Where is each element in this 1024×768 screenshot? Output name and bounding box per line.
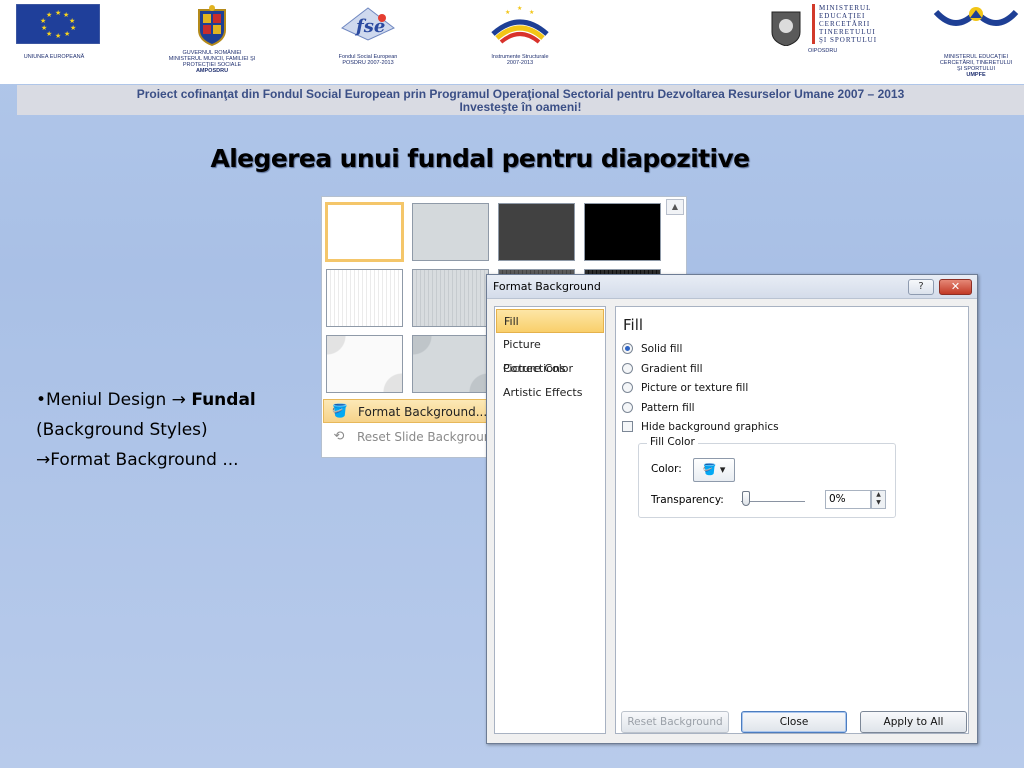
paint-bucket-icon: 🪣 bbox=[331, 404, 349, 419]
logo-bar: ★ ★ ★ ★ ★ ★ ★ ★ ★ ★ UNIUNEA EUROPEANĂ GUVERNUL … bbox=[0, 0, 1024, 84]
style-swatch-white-texture[interactable] bbox=[326, 269, 403, 327]
pattern-fill-option[interactable]: Pattern fill bbox=[622, 402, 695, 414]
transparency-slider-track[interactable] bbox=[741, 501, 805, 502]
gallery-scroll-up-button[interactable]: ▲ bbox=[666, 199, 684, 215]
nav-item-picture-color[interactable]: Picture Color bbox=[496, 357, 604, 381]
transparency-spinner[interactable]: ▲ ▼ bbox=[871, 490, 886, 509]
radio-icon bbox=[622, 402, 633, 413]
help-button[interactable]: ? bbox=[908, 279, 934, 295]
close-button[interactable]: Close bbox=[741, 711, 847, 733]
bullet-line-2: (Background Styles) bbox=[36, 420, 208, 440]
apply-to-all-button[interactable]: Apply to All bbox=[860, 711, 967, 733]
hide-background-graphics-checkbox[interactable]: Hide background graphics bbox=[622, 421, 779, 433]
style-swatch-white[interactable] bbox=[325, 202, 404, 262]
eu-flag-logo: ★ ★ ★ ★ ★ ★ ★ ★ ★ ★ UNIUNEA EUROPEANĂ bbox=[4, 3, 104, 60]
romania-coat-of-arms-logo: GUVERNUL ROMÂNIEI MINISTERUL MUNCII, FAM… bbox=[148, 4, 276, 74]
svg-text:★: ★ bbox=[41, 24, 47, 32]
category-list: Fill Picture Corrections Picture Color A… bbox=[494, 306, 606, 734]
ministerul-educatiei-logo: MINISTERUL EDUCAŢIEI CERCETĂRII TINERETU… bbox=[766, 4, 896, 54]
solid-fill-option[interactable]: Solid fill bbox=[622, 343, 682, 355]
bullet-bold: Fundal bbox=[191, 390, 256, 410]
nav-item-picture-corrections[interactable]: Picture Corrections bbox=[496, 333, 604, 375]
style-swatch-gray-texture[interactable] bbox=[412, 269, 489, 327]
radio-icon bbox=[622, 343, 633, 354]
svg-text:★: ★ bbox=[46, 11, 52, 19]
gradient-fill-option[interactable]: Gradient fill bbox=[622, 363, 703, 375]
project-banner: Proiect cofinanţat din Fondul Social Eur… bbox=[17, 85, 1024, 115]
bullet-prefix: •Meniul Design bbox=[36, 390, 167, 410]
fill-panel: Fill Solid fill Gradient fill Picture or… bbox=[615, 306, 969, 734]
dialog-title: Format Background bbox=[493, 280, 601, 293]
style-swatch-gray-circles[interactable] bbox=[412, 335, 489, 393]
fill-color-group-label: Fill Color bbox=[647, 436, 698, 448]
banner-line-2: Investeşte în oameni! bbox=[459, 100, 582, 114]
close-icon[interactable]: ✕ bbox=[939, 279, 972, 295]
format-background-dialog: Format Background ? ✕ Fill Picture Corre… bbox=[486, 274, 978, 744]
coat-of-arms-icon bbox=[198, 5, 226, 47]
eu-flag-icon: ★ ★★★ ★★★★ ★★ bbox=[15, 3, 101, 45]
transparency-label: Transparency: bbox=[651, 494, 724, 506]
dialog-titlebar[interactable]: Format Background ? ✕ bbox=[487, 275, 977, 299]
slide-title: Alegerea unui fundal pentru diapozitive bbox=[210, 144, 750, 173]
svg-text:★: ★ bbox=[505, 9, 510, 16]
style-swatch-white-circles[interactable] bbox=[326, 335, 403, 393]
style-swatch-black[interactable] bbox=[584, 203, 661, 261]
svg-text:★: ★ bbox=[529, 9, 534, 16]
svg-text:★: ★ bbox=[55, 32, 61, 40]
reset-slide-background-menu-item[interactable]: ⟲ Reset Slide Background bbox=[323, 425, 491, 449]
reset-background-button[interactable]: Reset Background bbox=[621, 711, 729, 733]
style-swatch-dark-gray[interactable] bbox=[498, 203, 575, 261]
nav-item-fill[interactable]: Fill bbox=[496, 309, 604, 333]
umpfe-logo: MINISTERUL EDUCAŢIEI CERCETĂRII, TINERET… bbox=[928, 4, 1024, 78]
svg-text:★: ★ bbox=[70, 24, 76, 32]
bullet-line-3: →Format Background ... bbox=[36, 450, 239, 470]
format-background-menu-item[interactable]: 🪣 Format Background... bbox=[323, 399, 491, 423]
fill-heading: Fill bbox=[623, 316, 644, 334]
color-label: Color: bbox=[651, 463, 682, 475]
bullet-text: •Meniul Design → Fundal (Background Styl… bbox=[36, 385, 256, 475]
color-picker-button[interactable]: 🪣 ▾ bbox=[693, 458, 735, 482]
paint-bucket-icon: 🪣 bbox=[702, 463, 717, 476]
instrumente-structurale-logo: ★ ★ ★ Instrumente Structurale 2007-2013 bbox=[470, 4, 570, 66]
arrow-glyph: → bbox=[171, 390, 186, 410]
structural-instruments-icon: ★ ★ ★ bbox=[491, 5, 549, 44]
picture-texture-fill-option[interactable]: Picture or texture fill bbox=[622, 382, 748, 394]
radio-icon bbox=[622, 382, 633, 393]
checkbox-icon bbox=[622, 421, 633, 432]
fill-color-group: Fill Color Color: 🪣 ▾ Transparency: 0% ▲… bbox=[638, 436, 896, 518]
ministry-crest-icon bbox=[771, 11, 801, 46]
svg-text:★: ★ bbox=[517, 5, 522, 12]
fse-logo: fse Fondul Social European POSDRU 2007-2… bbox=[318, 4, 418, 66]
svg-text:★: ★ bbox=[64, 30, 70, 38]
svg-text:★: ★ bbox=[55, 9, 61, 17]
nav-item-artistic-effects[interactable]: Artistic Effects bbox=[496, 381, 604, 405]
transparency-input[interactable]: 0% bbox=[825, 490, 871, 509]
style-swatch-light-gray[interactable] bbox=[412, 203, 489, 261]
reset-background-icon: ⟲ bbox=[333, 429, 345, 444]
fse-icon: fse bbox=[341, 7, 395, 41]
transparency-slider-thumb[interactable] bbox=[742, 491, 750, 506]
radio-icon bbox=[622, 363, 633, 374]
umpfe-icon bbox=[933, 7, 1019, 26]
chevron-down-icon: ▾ bbox=[719, 463, 726, 476]
